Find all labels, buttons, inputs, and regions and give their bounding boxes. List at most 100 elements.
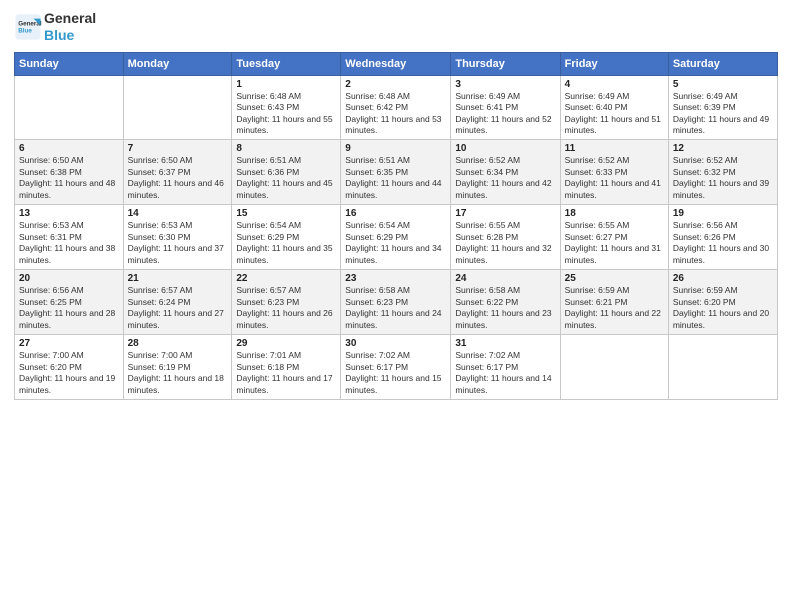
day-number: 24	[455, 273, 555, 284]
logo-icon: General Blue	[14, 13, 42, 41]
calendar-week-row: 20Sunrise: 6:56 AM Sunset: 6:25 PM Dayli…	[15, 270, 778, 335]
day-info: Sunrise: 6:50 AM Sunset: 6:37 PM Dayligh…	[128, 155, 228, 201]
calendar-cell: 15Sunrise: 6:54 AM Sunset: 6:29 PM Dayli…	[232, 205, 341, 270]
day-number: 5	[673, 79, 773, 90]
calendar-cell: 4Sunrise: 6:49 AM Sunset: 6:40 PM Daylig…	[560, 75, 668, 140]
day-number: 15	[236, 208, 336, 219]
day-number: 9	[345, 143, 446, 154]
page: General Blue General Blue SundayMondayTu…	[0, 0, 792, 612]
day-number: 22	[236, 273, 336, 284]
calendar-cell: 13Sunrise: 6:53 AM Sunset: 6:31 PM Dayli…	[15, 205, 124, 270]
day-number: 12	[673, 143, 773, 154]
day-info: Sunrise: 6:57 AM Sunset: 6:23 PM Dayligh…	[236, 285, 336, 331]
calendar-cell: 30Sunrise: 7:02 AM Sunset: 6:17 PM Dayli…	[341, 335, 451, 400]
calendar-header-monday: Monday	[123, 52, 232, 75]
calendar-cell: 24Sunrise: 6:58 AM Sunset: 6:22 PM Dayli…	[451, 270, 560, 335]
day-info: Sunrise: 6:59 AM Sunset: 6:20 PM Dayligh…	[673, 285, 773, 331]
calendar-cell: 3Sunrise: 6:49 AM Sunset: 6:41 PM Daylig…	[451, 75, 560, 140]
day-number: 29	[236, 338, 336, 349]
calendar-cell: 20Sunrise: 6:56 AM Sunset: 6:25 PM Dayli…	[15, 270, 124, 335]
day-info: Sunrise: 6:52 AM Sunset: 6:34 PM Dayligh…	[455, 155, 555, 201]
calendar-cell: 12Sunrise: 6:52 AM Sunset: 6:32 PM Dayli…	[668, 140, 777, 205]
day-info: Sunrise: 6:59 AM Sunset: 6:21 PM Dayligh…	[565, 285, 664, 331]
day-number: 14	[128, 208, 228, 219]
svg-text:Blue: Blue	[18, 27, 32, 34]
day-info: Sunrise: 7:02 AM Sunset: 6:17 PM Dayligh…	[455, 350, 555, 396]
day-info: Sunrise: 6:48 AM Sunset: 6:42 PM Dayligh…	[345, 91, 446, 137]
day-number: 26	[673, 273, 773, 284]
day-info: Sunrise: 6:57 AM Sunset: 6:24 PM Dayligh…	[128, 285, 228, 331]
day-number: 28	[128, 338, 228, 349]
day-info: Sunrise: 7:01 AM Sunset: 6:18 PM Dayligh…	[236, 350, 336, 396]
calendar-cell: 18Sunrise: 6:55 AM Sunset: 6:27 PM Dayli…	[560, 205, 668, 270]
day-info: Sunrise: 6:52 AM Sunset: 6:33 PM Dayligh…	[565, 155, 664, 201]
calendar-cell: 2Sunrise: 6:48 AM Sunset: 6:42 PM Daylig…	[341, 75, 451, 140]
logo-text-blue: Blue	[44, 27, 96, 44]
day-info: Sunrise: 7:00 AM Sunset: 6:19 PM Dayligh…	[128, 350, 228, 396]
day-info: Sunrise: 6:51 AM Sunset: 6:36 PM Dayligh…	[236, 155, 336, 201]
header: General Blue General Blue	[14, 10, 778, 44]
calendar-header-saturday: Saturday	[668, 52, 777, 75]
day-info: Sunrise: 6:55 AM Sunset: 6:27 PM Dayligh…	[565, 220, 664, 266]
day-number: 21	[128, 273, 228, 284]
day-info: Sunrise: 6:52 AM Sunset: 6:32 PM Dayligh…	[673, 155, 773, 201]
day-number: 11	[565, 143, 664, 154]
calendar-cell: 26Sunrise: 6:59 AM Sunset: 6:20 PM Dayli…	[668, 270, 777, 335]
day-info: Sunrise: 7:02 AM Sunset: 6:17 PM Dayligh…	[345, 350, 446, 396]
day-info: Sunrise: 6:50 AM Sunset: 6:38 PM Dayligh…	[19, 155, 119, 201]
calendar-cell: 7Sunrise: 6:50 AM Sunset: 6:37 PM Daylig…	[123, 140, 232, 205]
calendar-cell: 21Sunrise: 6:57 AM Sunset: 6:24 PM Dayli…	[123, 270, 232, 335]
calendar-week-row: 6Sunrise: 6:50 AM Sunset: 6:38 PM Daylig…	[15, 140, 778, 205]
day-info: Sunrise: 6:56 AM Sunset: 6:26 PM Dayligh…	[673, 220, 773, 266]
calendar-cell: 22Sunrise: 6:57 AM Sunset: 6:23 PM Dayli…	[232, 270, 341, 335]
day-number: 7	[128, 143, 228, 154]
logo: General Blue General Blue	[14, 10, 96, 44]
calendar-cell	[123, 75, 232, 140]
day-info: Sunrise: 6:55 AM Sunset: 6:28 PM Dayligh…	[455, 220, 555, 266]
day-number: 8	[236, 143, 336, 154]
day-info: Sunrise: 7:00 AM Sunset: 6:20 PM Dayligh…	[19, 350, 119, 396]
calendar-cell: 1Sunrise: 6:48 AM Sunset: 6:43 PM Daylig…	[232, 75, 341, 140]
calendar-cell: 27Sunrise: 7:00 AM Sunset: 6:20 PM Dayli…	[15, 335, 124, 400]
calendar-cell: 17Sunrise: 6:55 AM Sunset: 6:28 PM Dayli…	[451, 205, 560, 270]
calendar-cell: 11Sunrise: 6:52 AM Sunset: 6:33 PM Dayli…	[560, 140, 668, 205]
day-number: 2	[345, 79, 446, 90]
day-info: Sunrise: 6:54 AM Sunset: 6:29 PM Dayligh…	[345, 220, 446, 266]
calendar-cell: 19Sunrise: 6:56 AM Sunset: 6:26 PM Dayli…	[668, 205, 777, 270]
day-number: 27	[19, 338, 119, 349]
calendar-cell: 23Sunrise: 6:58 AM Sunset: 6:23 PM Dayli…	[341, 270, 451, 335]
calendar-header-thursday: Thursday	[451, 52, 560, 75]
calendar-header-row: SundayMondayTuesdayWednesdayThursdayFrid…	[15, 52, 778, 75]
calendar-cell: 10Sunrise: 6:52 AM Sunset: 6:34 PM Dayli…	[451, 140, 560, 205]
calendar-cell: 16Sunrise: 6:54 AM Sunset: 6:29 PM Dayli…	[341, 205, 451, 270]
day-number: 4	[565, 79, 664, 90]
calendar-header-wednesday: Wednesday	[341, 52, 451, 75]
day-number: 31	[455, 338, 555, 349]
calendar-cell	[668, 335, 777, 400]
day-number: 13	[19, 208, 119, 219]
calendar-header-friday: Friday	[560, 52, 668, 75]
calendar-cell: 6Sunrise: 6:50 AM Sunset: 6:38 PM Daylig…	[15, 140, 124, 205]
day-info: Sunrise: 6:48 AM Sunset: 6:43 PM Dayligh…	[236, 91, 336, 137]
day-info: Sunrise: 6:58 AM Sunset: 6:23 PM Dayligh…	[345, 285, 446, 331]
day-number: 23	[345, 273, 446, 284]
day-number: 1	[236, 79, 336, 90]
day-info: Sunrise: 6:49 AM Sunset: 6:40 PM Dayligh…	[565, 91, 664, 137]
calendar-week-row: 13Sunrise: 6:53 AM Sunset: 6:31 PM Dayli…	[15, 205, 778, 270]
calendar-header-tuesday: Tuesday	[232, 52, 341, 75]
calendar-week-row: 1Sunrise: 6:48 AM Sunset: 6:43 PM Daylig…	[15, 75, 778, 140]
calendar-header-sunday: Sunday	[15, 52, 124, 75]
day-number: 19	[673, 208, 773, 219]
day-info: Sunrise: 6:51 AM Sunset: 6:35 PM Dayligh…	[345, 155, 446, 201]
day-info: Sunrise: 6:54 AM Sunset: 6:29 PM Dayligh…	[236, 220, 336, 266]
day-number: 3	[455, 79, 555, 90]
day-number: 6	[19, 143, 119, 154]
calendar-cell: 29Sunrise: 7:01 AM Sunset: 6:18 PM Dayli…	[232, 335, 341, 400]
calendar-cell: 28Sunrise: 7:00 AM Sunset: 6:19 PM Dayli…	[123, 335, 232, 400]
calendar-cell	[15, 75, 124, 140]
day-number: 25	[565, 273, 664, 284]
calendar-cell: 31Sunrise: 7:02 AM Sunset: 6:17 PM Dayli…	[451, 335, 560, 400]
calendar-cell: 14Sunrise: 6:53 AM Sunset: 6:30 PM Dayli…	[123, 205, 232, 270]
calendar-cell	[560, 335, 668, 400]
calendar-cell: 9Sunrise: 6:51 AM Sunset: 6:35 PM Daylig…	[341, 140, 451, 205]
